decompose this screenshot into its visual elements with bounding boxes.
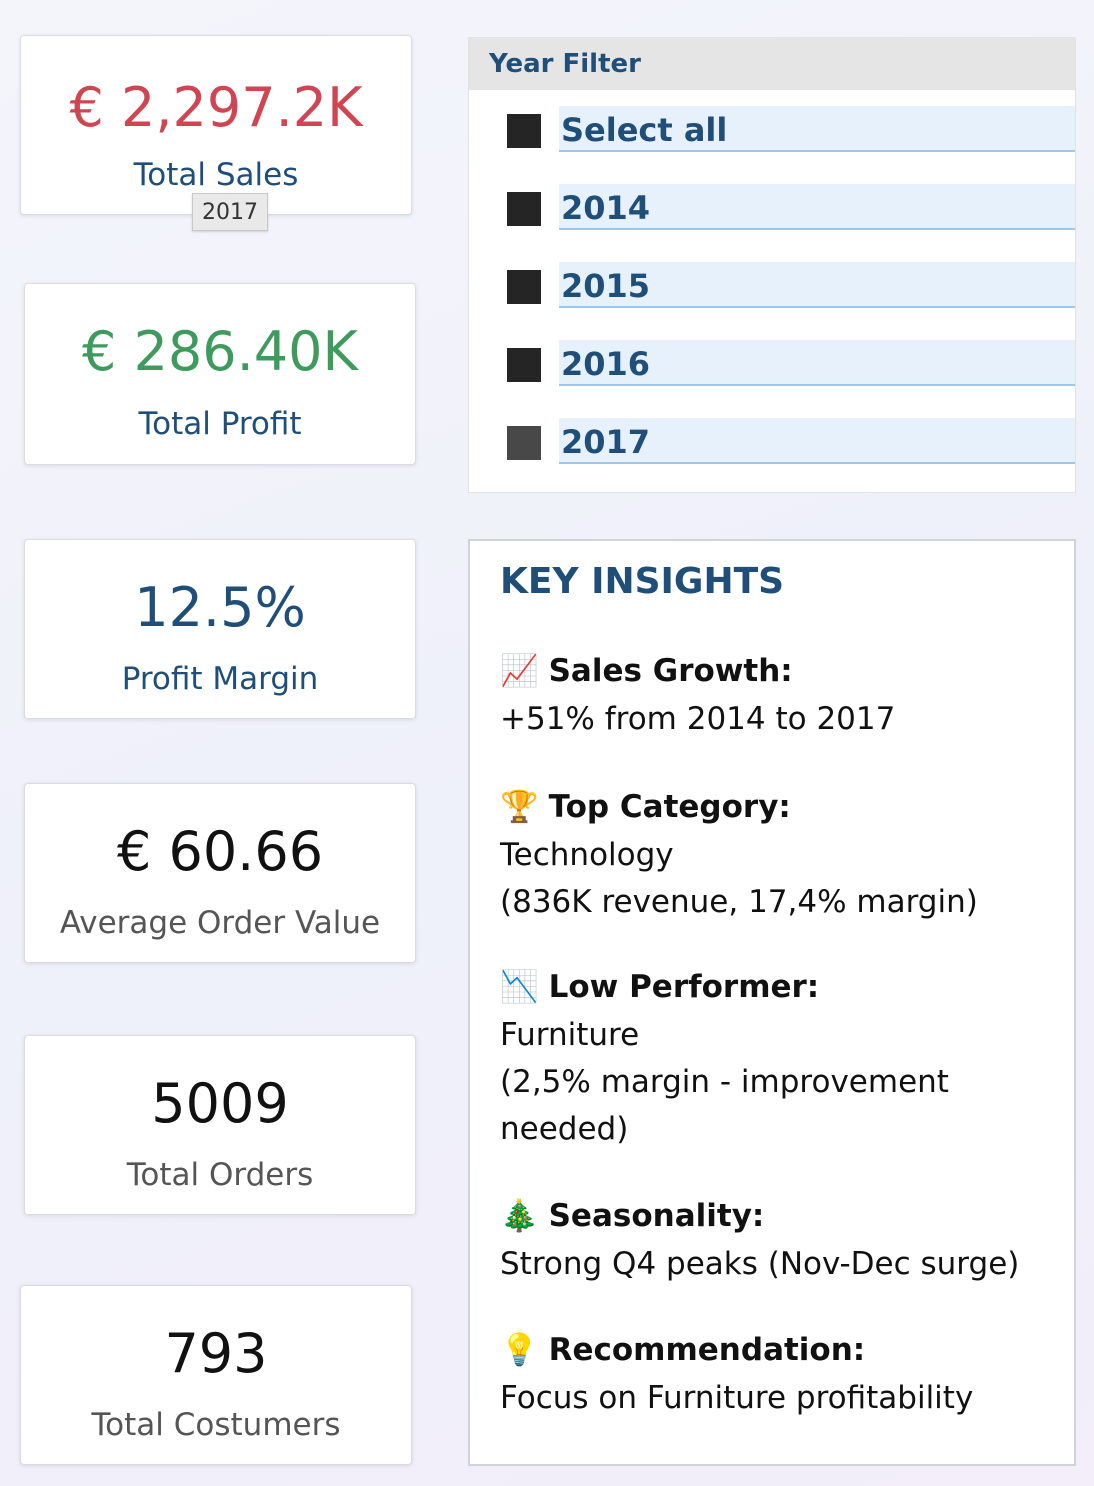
- filter-option-label: 2014: [559, 184, 1075, 230]
- insight-seasonality-heading: 🎄 Seasonality:: [500, 1196, 764, 1236]
- kpi-label: Total Profit: [138, 406, 302, 442]
- insight-sales-growth-heading: 📈 Sales Growth:: [500, 651, 793, 691]
- insight-text: needed): [500, 1111, 629, 1147]
- insight-heading: Low Performer:: [548, 969, 820, 1005]
- chart-down-icon: 📉: [500, 969, 539, 1005]
- key-insights-panel: KEY INSIGHTS 📈 Sales Growth: +51% from 20…: [468, 539, 1076, 1466]
- kpi-label: Total Orders: [126, 1157, 314, 1193]
- insight-text: Strong Q4 peaks (Nov-Dec surge): [500, 1246, 1020, 1282]
- insight-text: Technology: [500, 837, 674, 873]
- kpi-card-total-orders: 5009 Total Orders: [24, 1035, 416, 1215]
- checkbox[interactable]: [507, 270, 541, 304]
- insight-text: Focus on Furniture profitability: [500, 1380, 974, 1416]
- insight-text: Furniture: [500, 1017, 640, 1053]
- kpi-card-total-customers: 793 Total Costumers: [20, 1285, 412, 1465]
- checkbox[interactable]: [507, 114, 541, 148]
- year-filter-title: Year Filter: [469, 38, 1075, 90]
- kpi-value: 12.5%: [134, 576, 306, 639]
- checkbox[interactable]: [507, 192, 541, 226]
- kpi-value: € 286.40K: [82, 320, 358, 383]
- insight-low-performer-heading: 📉 Low Performer:: [500, 967, 819, 1007]
- kpi-card-average-order-value: € 60.66 Average Order Value: [24, 783, 416, 963]
- filter-option-label: 2016: [559, 340, 1075, 386]
- filter-option-2014[interactable]: 2014: [469, 184, 1075, 232]
- tooltip: 2017: [192, 193, 268, 231]
- kpi-label: Total Sales: [133, 157, 299, 193]
- insights-title: KEY INSIGHTS: [500, 561, 785, 602]
- kpi-value: 5009: [151, 1072, 289, 1135]
- chart-up-icon: 📈: [500, 653, 539, 689]
- kpi-label: Total Costumers: [91, 1407, 341, 1443]
- trophy-icon: 🏆: [500, 789, 539, 825]
- year-filter: Year Filter Select all 2014 2015 2016 20…: [468, 37, 1076, 493]
- insight-top-category-heading: 🏆 Top Category:: [500, 787, 791, 827]
- insight-text: (2,5% margin - improvement: [500, 1064, 949, 1100]
- kpi-value: 793: [164, 1322, 268, 1385]
- kpi-label: Profit Margin: [121, 661, 319, 697]
- filter-option-select-all[interactable]: Select all: [469, 106, 1075, 154]
- filter-option-label: 2015: [559, 262, 1075, 308]
- kpi-value: € 60.66: [116, 820, 324, 883]
- filter-option-2017[interactable]: 2017: [469, 418, 1075, 466]
- lightbulb-icon: 💡: [500, 1332, 539, 1368]
- checkbox[interactable]: [507, 348, 541, 382]
- kpi-card-total-profit: € 286.40K Total Profit: [24, 283, 416, 465]
- insight-heading: Top Category:: [548, 789, 791, 825]
- insight-heading: Seasonality:: [548, 1198, 765, 1234]
- kpi-label: Average Order Value: [59, 905, 381, 941]
- insight-recommendation-heading: 💡 Recommendation:: [500, 1330, 865, 1370]
- filter-option-label: Select all: [559, 106, 1075, 152]
- kpi-card-total-sales: € 2,297.2K Total Sales: [20, 35, 412, 215]
- filter-option-2016[interactable]: 2016: [469, 340, 1075, 388]
- kpi-value: € 2,297.2K: [69, 76, 363, 139]
- insight-heading: Sales Growth:: [548, 653, 793, 689]
- checkbox[interactable]: [507, 426, 541, 460]
- insight-text: (836K revenue, 17,4% margin): [500, 884, 978, 920]
- kpi-card-profit-margin: 12.5% Profit Margin: [24, 539, 416, 719]
- insight-text: +51% from 2014 to 2017: [500, 701, 896, 737]
- insight-heading: Recommendation:: [548, 1332, 866, 1368]
- filter-option-2015[interactable]: 2015: [469, 262, 1075, 310]
- filter-option-label: 2017: [559, 418, 1075, 464]
- christmas-tree-icon: 🎄: [500, 1198, 539, 1234]
